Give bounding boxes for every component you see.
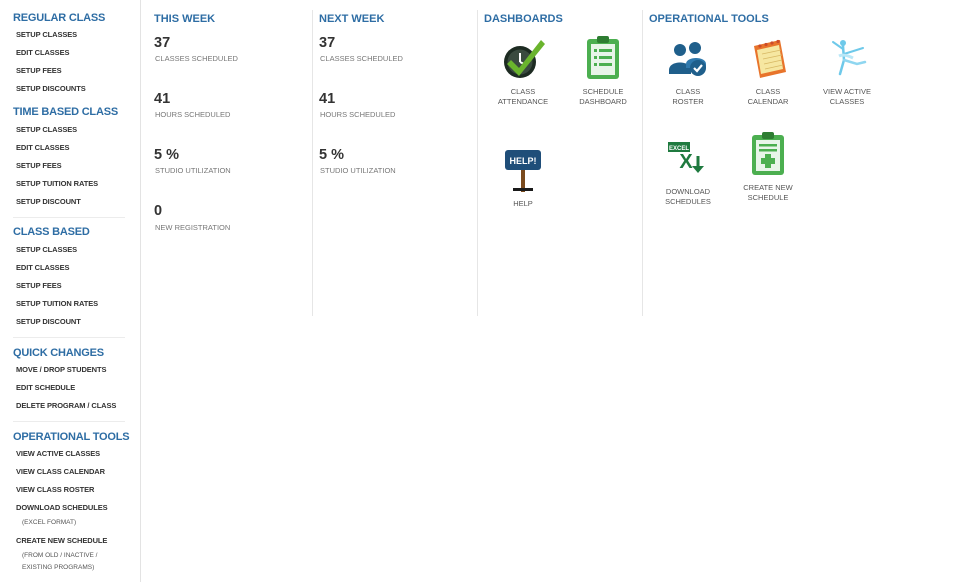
stat-value: 0 bbox=[154, 203, 163, 219]
stat-label: HOURS SCHEDULED bbox=[155, 110, 231, 119]
tile-label: CLASS ATTENDANCE bbox=[497, 87, 549, 106]
schedule-dashboard-tile[interactable]: SCHEDULE DASHBOARD bbox=[565, 34, 641, 107]
divider bbox=[13, 217, 125, 218]
calendar-icon bbox=[744, 34, 792, 82]
class-roster-tile[interactable]: CLASS ROSTER bbox=[650, 34, 726, 107]
sidebar-item-view-class-roster[interactable]: VIEW CLASS ROSTER bbox=[16, 485, 94, 495]
sidebar-section-title: TIME BASED CLASS bbox=[13, 106, 118, 118]
help-sign-text: HELP! bbox=[510, 156, 537, 166]
sidebar-item-edit-classes[interactable]: EDIT CLASSES bbox=[16, 263, 70, 273]
help-sign-icon: HELP! bbox=[499, 146, 547, 194]
sidebar-item-setup-fees[interactable]: SETUP FEES bbox=[16, 161, 62, 171]
stat-label: NEW REGISTRATION bbox=[155, 223, 231, 232]
clipboard-add-icon bbox=[744, 130, 792, 178]
class-calendar-tile[interactable]: CLASS CALENDAR bbox=[730, 34, 806, 107]
sidebar-section-class-based: CLASS BASED bbox=[13, 225, 131, 239]
sidebar-item-view-class-calendar[interactable]: VIEW CLASS CALENDAR bbox=[16, 467, 105, 477]
sidebar-section-operational-tools: OPERATIONAL TOOLS bbox=[13, 430, 131, 444]
sidebar-section-title: OPERATIONAL TOOLS bbox=[13, 431, 130, 443]
sidebar-item-download-schedules[interactable]: DOWNLOAD SCHEDULES bbox=[16, 503, 108, 513]
sidebar-section-time-based-class: TIME BASED CLASS bbox=[13, 105, 131, 119]
sidebar-item-setup-fees[interactable]: SETUP FEES bbox=[16, 66, 62, 76]
people-icon bbox=[664, 34, 712, 82]
clipboard-icon bbox=[579, 34, 627, 82]
clock-check-icon bbox=[499, 34, 547, 82]
stat-label: CLASSES SCHEDULED bbox=[320, 54, 403, 63]
class-attendance-tile[interactable]: CLASS ATTENDANCE bbox=[485, 34, 561, 107]
stat-label: HOURS SCHEDULED bbox=[320, 110, 396, 119]
svg-text:X: X bbox=[679, 151, 693, 173]
stat-value: 5 % bbox=[319, 147, 344, 163]
this-week-title: THIS WEEK bbox=[154, 13, 216, 25]
sidebar-section-quick-changes: QUICK CHANGES bbox=[13, 346, 131, 360]
stat-value: 41 bbox=[319, 91, 336, 107]
stat-label: STUDIO UTILIZATION bbox=[155, 166, 231, 175]
tile-label: CREATE NEW SCHEDULE bbox=[743, 183, 793, 202]
tile-label: CLASS CALENDAR bbox=[747, 87, 789, 106]
divider bbox=[13, 421, 125, 422]
tile-label: DOWNLOAD SCHEDULES bbox=[665, 187, 711, 206]
column-divider bbox=[642, 10, 643, 316]
stat-value: 5 % bbox=[154, 147, 179, 163]
sidebar-section-regular-class: REGULAR CLASS bbox=[13, 11, 131, 25]
sidebar-item-setup-tuition-rates[interactable]: SETUP TUITION RATES bbox=[16, 299, 98, 309]
column-divider bbox=[477, 10, 478, 316]
stat-value: 37 bbox=[319, 35, 336, 51]
sidebar-section-title: CLASS BASED bbox=[13, 226, 90, 238]
create-new-schedule-tile[interactable]: CREATE NEW SCHEDULE bbox=[730, 130, 806, 203]
dashboards-title: DASHBOARDS bbox=[484, 13, 563, 25]
dancer-icon bbox=[823, 34, 871, 82]
download-schedules-tile[interactable]: EXCEL X DOWNLOAD SCHEDULES bbox=[650, 134, 726, 207]
operational-tools-title: OPERATIONAL TOOLS bbox=[649, 13, 769, 25]
stat-label: CLASSES SCHEDULED bbox=[155, 54, 238, 63]
sidebar-item-delete-program-class[interactable]: DELETE PROGRAM / CLASS bbox=[16, 401, 116, 411]
sidebar-item-edit-classes[interactable]: EDIT CLASSES bbox=[16, 48, 70, 58]
sidebar-item-create-new-schedule[interactable]: CREATE NEW SCHEDULE bbox=[16, 536, 107, 546]
sidebar-item-setup-tuition-rates[interactable]: SETUP TUITION RATES bbox=[16, 179, 98, 189]
view-active-classes-tile[interactable]: VIEW ACTIVE CLASSES bbox=[809, 34, 885, 107]
sidebar-item-setup-classes[interactable]: SETUP CLASSES bbox=[16, 245, 77, 255]
sidebar-item-setup-discounts[interactable]: SETUP DISCOUNTS bbox=[16, 84, 86, 94]
column-divider bbox=[312, 10, 313, 316]
sidebar-section-title: QUICK CHANGES bbox=[13, 347, 104, 359]
sidebar-item-note: EXISTING PROGRAMS) bbox=[22, 564, 95, 571]
tile-label: CLASS ROSTER bbox=[672, 87, 704, 106]
sidebar: REGULAR CLASS SETUP CLASSES EDIT CLASSES… bbox=[0, 0, 141, 582]
excel-download-icon: EXCEL X bbox=[664, 134, 712, 182]
sidebar-item-view-active-classes[interactable]: VIEW ACTIVE CLASSES bbox=[16, 449, 100, 459]
help-tile[interactable]: HELP! HELP bbox=[485, 146, 561, 209]
sidebar-item-edit-classes[interactable]: EDIT CLASSES bbox=[16, 143, 70, 153]
stat-value: 41 bbox=[154, 91, 171, 107]
tile-label: VIEW ACTIVE CLASSES bbox=[823, 87, 871, 106]
sidebar-item-move-drop-students[interactable]: MOVE / DROP STUDENTS bbox=[16, 365, 106, 375]
sidebar-item-setup-classes[interactable]: SETUP CLASSES bbox=[16, 30, 77, 40]
stat-label: STUDIO UTILIZATION bbox=[320, 166, 396, 175]
sidebar-item-setup-discount[interactable]: SETUP DISCOUNT bbox=[16, 317, 81, 327]
sidebar-section-title: REGULAR CLASS bbox=[13, 12, 106, 24]
sidebar-item-setup-discount[interactable]: SETUP DISCOUNT bbox=[16, 197, 81, 207]
next-week-title: NEXT WEEK bbox=[319, 13, 385, 25]
sidebar-item-note: (FROM OLD / INACTIVE / bbox=[22, 552, 98, 559]
stat-value: 37 bbox=[154, 35, 171, 51]
sidebar-item-edit-schedule[interactable]: EDIT SCHEDULE bbox=[16, 383, 75, 393]
divider bbox=[13, 337, 125, 338]
sidebar-item-note: (EXCEL FORMAT) bbox=[22, 519, 77, 526]
sidebar-item-setup-fees[interactable]: SETUP FEES bbox=[16, 281, 62, 291]
tile-label: HELP bbox=[513, 199, 533, 208]
tile-label: SCHEDULE DASHBOARD bbox=[579, 87, 627, 106]
sidebar-item-setup-classes[interactable]: SETUP CLASSES bbox=[16, 125, 77, 135]
